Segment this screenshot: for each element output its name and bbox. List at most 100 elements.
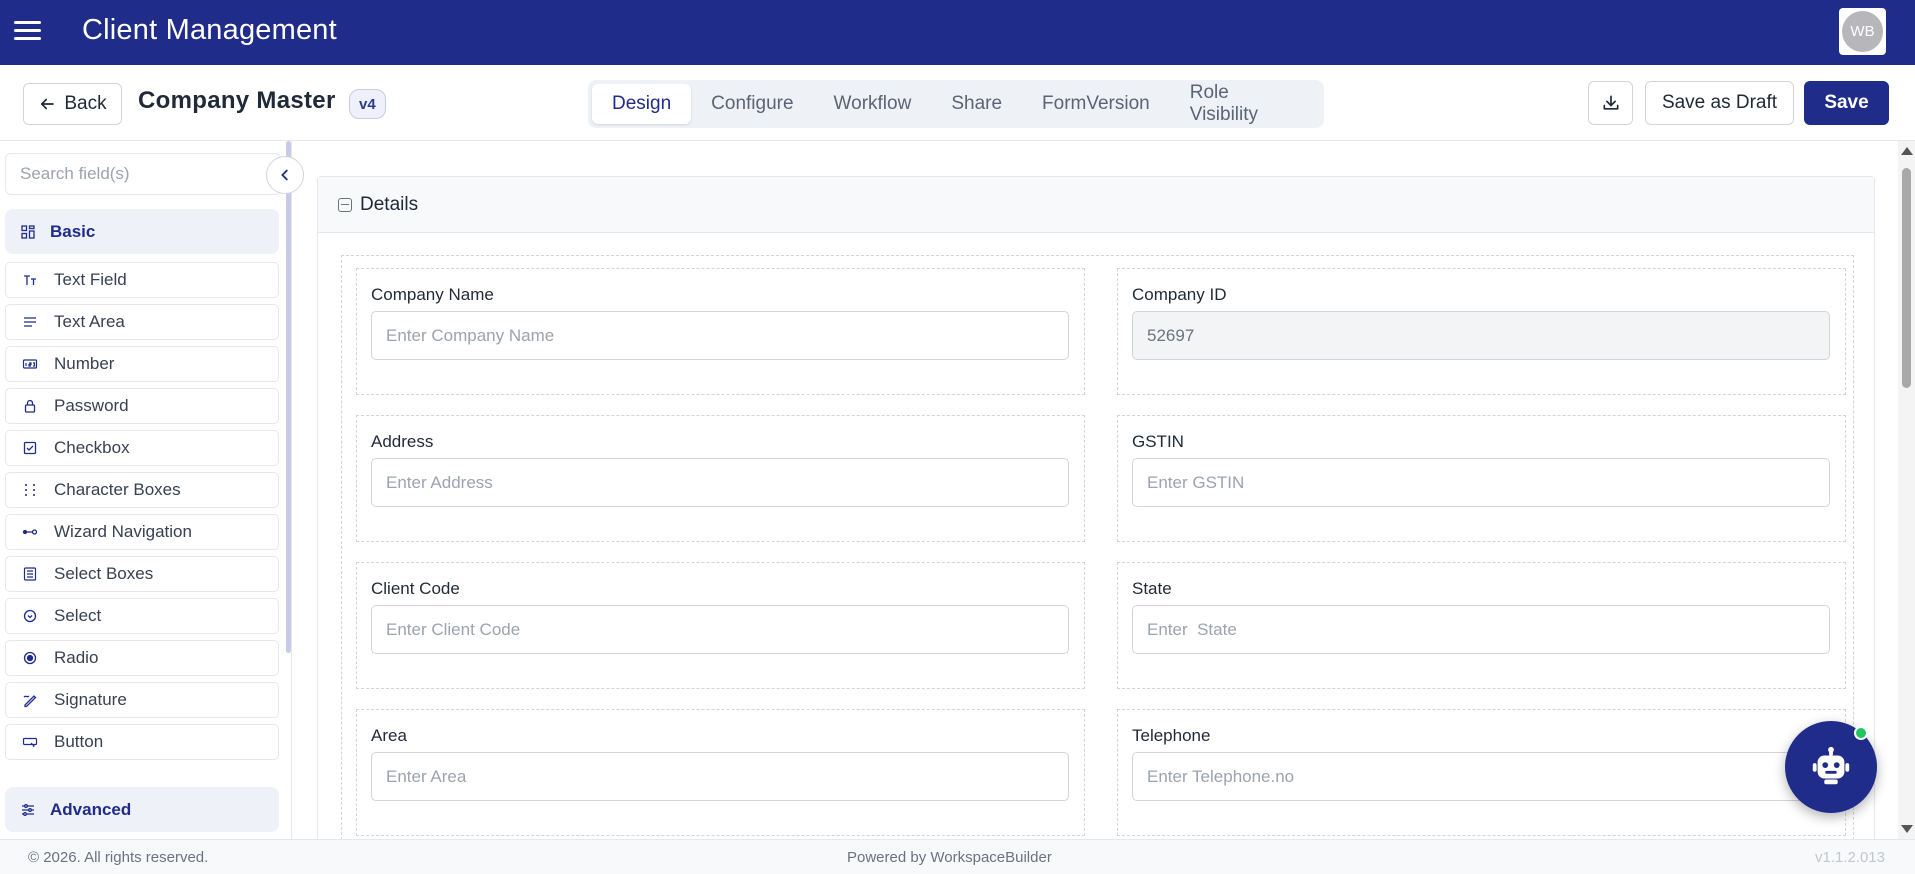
field-text-field[interactable]: Text Field — [5, 262, 279, 298]
field-checkbox[interactable]: Checkbox — [5, 430, 279, 466]
button-icon — [22, 734, 38, 750]
powered-by-text: Powered by WorkspaceBuilder — [847, 849, 1052, 866]
tab-workflow[interactable]: Workflow — [814, 84, 932, 124]
collapse-icon[interactable] — [338, 197, 352, 212]
main-scrollbar[interactable] — [1898, 141, 1915, 839]
field-label: Area — [371, 726, 407, 745]
section-basic[interactable]: Basic — [5, 209, 279, 254]
client-code-input[interactable] — [371, 605, 1069, 654]
field-character-boxes[interactable]: Character Boxes — [5, 472, 279, 508]
download-icon — [1603, 95, 1618, 110]
area-input[interactable] — [371, 752, 1069, 801]
footer: © 2026. All rights reserved. Powered by … — [0, 839, 1915, 874]
tab-share[interactable]: Share — [931, 84, 1022, 124]
app-version: v1.1.2.013 — [1814, 849, 1885, 866]
field-password[interactable]: Password — [5, 388, 279, 424]
field-client-code[interactable]: Client Code — [356, 562, 1085, 689]
field-label: Text Area — [54, 312, 125, 331]
back-button[interactable]: Back — [23, 83, 122, 125]
arrow-left-icon — [41, 98, 55, 110]
field-area[interactable]: Area — [356, 709, 1085, 836]
tab-formversion[interactable]: FormVersion — [1022, 84, 1170, 124]
dots-grid-icon — [22, 482, 38, 498]
checkbox-icon — [22, 440, 38, 456]
tab-design[interactable]: Design — [592, 84, 692, 124]
field-label: State — [1132, 579, 1172, 598]
field-label: Wizard Navigation — [54, 522, 192, 541]
field-company-id[interactable]: Company ID — [1117, 268, 1846, 395]
field-label: Password — [54, 396, 129, 415]
scrollbar-thumb[interactable] — [1902, 168, 1911, 388]
field-signature[interactable]: Signature — [5, 682, 279, 718]
field-gstin[interactable]: GSTIN — [1117, 415, 1846, 542]
signature-icon — [22, 692, 38, 708]
field-label: Select Boxes — [54, 564, 154, 583]
field-state[interactable]: State — [1117, 562, 1846, 689]
number-icon — [22, 356, 38, 372]
search-fields-input[interactable] — [5, 153, 281, 195]
save-button[interactable]: Save — [1804, 81, 1889, 125]
tab-configure[interactable]: Configure — [691, 84, 813, 124]
robot-icon — [1812, 746, 1850, 785]
collapse-sidebar-button[interactable] — [266, 156, 304, 194]
select-icon — [22, 608, 38, 624]
columns-container: Company Name Company ID Address GSTIN Cl… — [341, 255, 1854, 839]
app-title: Client Management — [82, 14, 337, 46]
company-name-input[interactable] — [371, 311, 1069, 360]
form-canvas: Details Company Name Company ID Address … — [293, 141, 1898, 839]
online-status-dot — [1854, 726, 1868, 740]
field-label: Signature — [54, 690, 127, 709]
form-toolbar: Back Company Master v4 Design Configure … — [0, 65, 1915, 141]
avatar: WB — [1842, 11, 1883, 52]
field-telephone[interactable]: Telephone — [1117, 709, 1846, 836]
radio-icon — [22, 650, 38, 666]
app-bar: Client Management WB — [0, 0, 1915, 65]
field-label: Character Boxes — [54, 480, 181, 499]
copyright-text: © 2026. All rights reserved. — [28, 849, 209, 866]
section-advanced[interactable]: Advanced — [5, 787, 279, 832]
telephone-input[interactable] — [1132, 752, 1830, 801]
field-label: Radio — [54, 648, 99, 667]
field-number[interactable]: Number — [5, 346, 279, 382]
gstin-input[interactable] — [1132, 458, 1830, 507]
field-label: Company Name — [371, 285, 494, 304]
field-label: Number — [54, 354, 115, 373]
scroll-down-icon[interactable] — [1901, 825, 1913, 833]
text-field-icon — [22, 272, 38, 288]
save-draft-button[interactable]: Save as Draft — [1645, 81, 1794, 125]
field-wizard-navigation[interactable]: Wizard Navigation — [5, 514, 279, 550]
grid-icon — [20, 224, 36, 240]
field-button[interactable]: Button — [5, 724, 279, 760]
panel-title: Details — [360, 193, 419, 215]
sidebar-scrollbar[interactable] — [286, 141, 291, 653]
avatar-button[interactable]: WB — [1839, 8, 1886, 55]
details-panel: Details Company Name Company ID Address … — [317, 176, 1875, 839]
chevron-left-icon — [281, 169, 288, 181]
address-input[interactable] — [371, 458, 1069, 507]
text-area-icon — [22, 314, 38, 330]
field-radio[interactable]: Radio — [5, 640, 279, 676]
details-panel-header[interactable]: Details — [318, 177, 1874, 233]
field-company-name[interactable]: Company Name — [356, 268, 1085, 395]
wizard-icon — [22, 524, 38, 540]
field-label: Client Code — [371, 579, 460, 598]
field-label: Telephone — [1132, 726, 1211, 745]
field-label: Company ID — [1132, 285, 1227, 304]
company-id-input[interactable] — [1132, 311, 1830, 360]
back-label: Back — [64, 93, 107, 114]
field-label: Text Field — [54, 270, 127, 289]
field-text-area[interactable]: Text Area — [5, 304, 279, 340]
field-select-boxes[interactable]: Select Boxes — [5, 556, 279, 592]
field-address[interactable]: Address — [356, 415, 1085, 542]
tab-role-visibility[interactable]: Role Visibility — [1170, 82, 1320, 125]
sliders-icon — [20, 802, 36, 818]
state-input[interactable] — [1132, 605, 1830, 654]
field-label: Select — [54, 606, 102, 625]
field-label: Checkbox — [54, 438, 130, 457]
field-label: Address — [371, 432, 434, 451]
download-button[interactable] — [1588, 81, 1633, 125]
field-palette-sidebar: Basic Text Field Text Area Number Passwo… — [0, 141, 304, 839]
menu-icon[interactable] — [14, 21, 42, 43]
scroll-up-icon[interactable] — [1901, 147, 1913, 155]
field-select[interactable]: Select — [5, 598, 279, 634]
